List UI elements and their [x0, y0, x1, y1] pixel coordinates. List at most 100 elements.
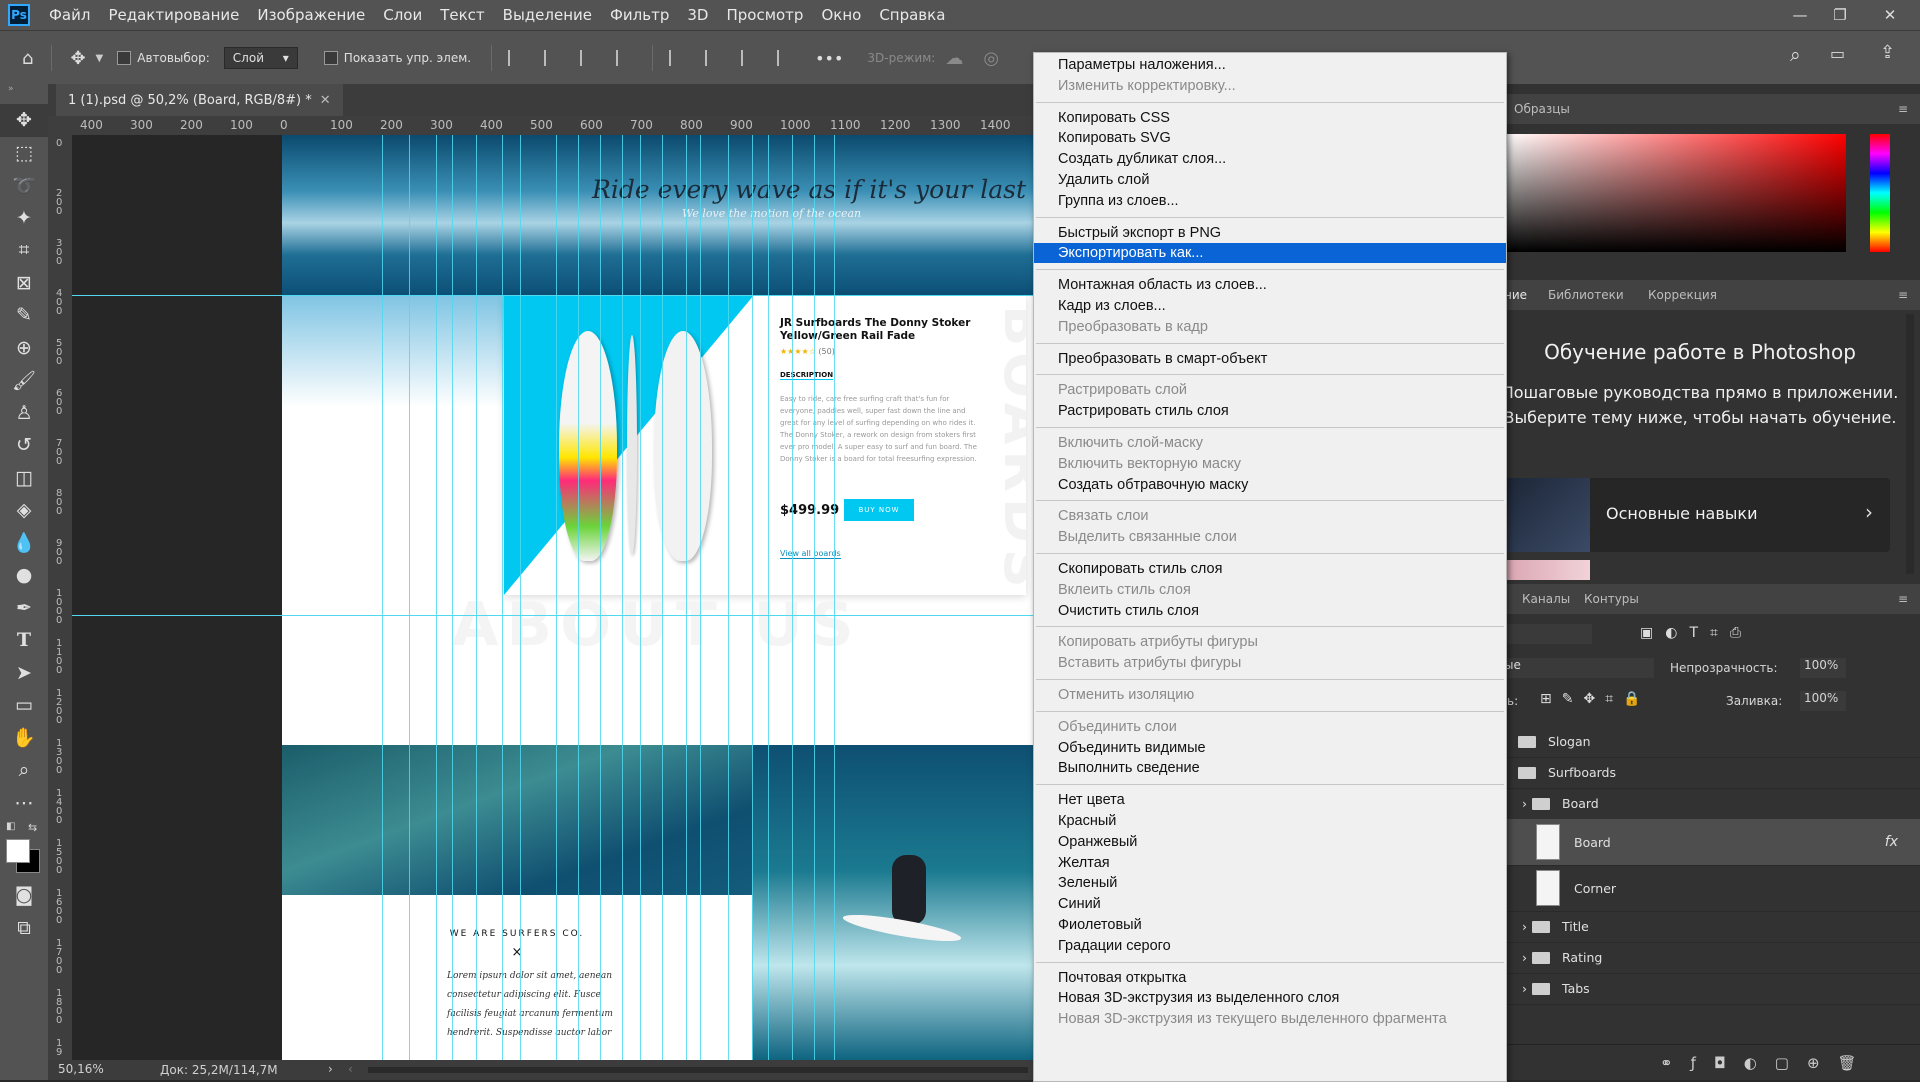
close-tab-icon[interactable]: ✕ — [320, 93, 331, 108]
artboard[interactable]: Ride every wave as if it's your last We … — [282, 135, 1038, 1060]
layer-row[interactable]: › Board — [1500, 788, 1920, 820]
layer-filter-select[interactable] — [1500, 624, 1592, 644]
context-menu-item[interactable]: Нет цвета — [1034, 790, 1506, 810]
menu-item[interactable]: Фильтр — [601, 6, 678, 24]
menu-item[interactable]: Выделение — [494, 6, 601, 24]
blend-mode-select[interactable]: ые — [1500, 658, 1654, 678]
layer-row[interactable]: › Title — [1500, 911, 1920, 943]
layer-row[interactable]: Surfboards — [1500, 757, 1920, 789]
brush-tool-icon[interactable]: 🖌 — [0, 364, 48, 397]
crop-tool-icon[interactable]: ⌗ — [0, 234, 48, 267]
context-menu-item[interactable]: Кадр из слоев... — [1034, 296, 1506, 316]
chevron-down-icon[interactable]: ▼ — [96, 53, 104, 64]
context-menu-item[interactable]: Желтая — [1034, 853, 1506, 873]
expand-chevron-icon[interactable]: › — [1522, 950, 1532, 965]
tab-adjustments[interactable]: Коррекция — [1648, 288, 1717, 302]
move-tool-icon[interactable]: ✥ — [70, 48, 85, 69]
context-menu-item[interactable]: Преобразовать в смарт-объект — [1034, 349, 1506, 369]
move-tool-icon[interactable]: ✥ — [0, 104, 48, 137]
eraser-icon[interactable]: ◫ — [0, 462, 48, 495]
panel-menu-icon[interactable]: ≡ — [1898, 288, 1908, 302]
dodge-tool-icon[interactable]: ● — [0, 559, 48, 592]
context-menu-item[interactable]: Монтажная область из слоев... — [1034, 275, 1506, 295]
minimize-icon[interactable]: — — [1780, 0, 1820, 30]
lock-icons[interactable]: ⊞✎✥⌗🔒 — [1540, 691, 1651, 707]
workspace-icon[interactable]: ▭ — [1830, 44, 1845, 63]
align-center-icon[interactable] — [544, 50, 564, 66]
more-icon[interactable]: ••• — [815, 49, 843, 68]
autoselect-select[interactable]: Слой ▾ — [223, 47, 298, 69]
color-picker-field[interactable] — [1504, 134, 1846, 252]
close-icon[interactable]: ✕ — [1870, 0, 1910, 30]
expand-chevron-icon[interactable]: › — [1522, 981, 1532, 996]
show-controls-checkbox[interactable] — [323, 51, 338, 65]
align-right-icon[interactable] — [580, 50, 600, 66]
layer-filter-icons[interactable]: ▣◐T⌗⎙ — [1640, 625, 1753, 641]
lasso-tool-icon[interactable]: ➰ — [0, 169, 48, 202]
align-bottom-icon[interactable] — [741, 50, 761, 66]
hue-slider[interactable] — [1870, 134, 1890, 252]
orbit-3d-icon[interactable]: ☁ — [945, 48, 963, 69]
blur-tool-icon[interactable]: 💧 — [0, 527, 48, 560]
pen-tool-icon[interactable]: ✒ — [0, 592, 48, 625]
scroll-left-icon[interactable]: ‹ — [348, 1062, 353, 1076]
layer-row[interactable]: › Rating — [1500, 942, 1920, 974]
context-menu-item[interactable]: Параметры наложения... — [1034, 55, 1506, 75]
align-middle-icon[interactable] — [705, 50, 725, 66]
context-menu-item[interactable]: Копировать SVG — [1034, 128, 1506, 148]
opacity-input[interactable]: 100% — [1800, 658, 1846, 678]
tab-learn[interactable]: ние — [1504, 288, 1527, 302]
context-menu-item[interactable]: Почтовая открытка — [1034, 968, 1506, 988]
foreground-color-swatch[interactable] — [6, 839, 30, 863]
healing-brush-icon[interactable]: ⊕ — [0, 332, 48, 365]
tab-libraries[interactable]: Библиотеки — [1548, 288, 1624, 302]
roll-3d-icon[interactable]: ◎ — [983, 48, 999, 69]
context-menu-item[interactable]: Скопировать стиль слоя — [1034, 559, 1506, 579]
context-menu-item[interactable]: Красный — [1034, 811, 1506, 831]
context-menu-item[interactable]: Удалить слой — [1034, 170, 1506, 190]
magic-wand-icon[interactable]: ✦ — [0, 202, 48, 235]
context-menu-item[interactable]: Объединить видимые — [1034, 738, 1506, 758]
fill-input[interactable]: 100% — [1800, 691, 1846, 711]
align-left-icon[interactable] — [508, 50, 528, 66]
distribute-icon[interactable] — [616, 50, 636, 66]
zoom-tool-icon[interactable]: ⌕ — [0, 754, 48, 787]
learn-card[interactable]: Основные навыки › — [1500, 478, 1890, 552]
status-arrow-icon[interactable]: › — [328, 1062, 333, 1076]
paint-bucket-icon[interactable]: ◈ — [0, 494, 48, 527]
stamp-tool-icon[interactable]: ♙ — [0, 397, 48, 430]
frame-tool-icon[interactable]: ⊠ — [0, 267, 48, 300]
context-menu-item[interactable]: Новая 3D-экструзия из выделенного слоя — [1034, 988, 1506, 1008]
layer-row[interactable]: Corner — [1500, 865, 1920, 912]
expand-chevron-icon[interactable]: › — [1522, 919, 1532, 934]
hand-tool-icon[interactable]: ✋ — [0, 722, 48, 755]
quick-mask-icon[interactable]: ◙ — [0, 879, 48, 912]
tab-swatches[interactable]: Образцы — [1514, 102, 1570, 116]
context-menu-item[interactable]: Зеленый — [1034, 873, 1506, 893]
layer-row[interactable]: › Tabs — [1500, 973, 1920, 1005]
path-select-icon[interactable]: ➤ — [0, 657, 48, 690]
expand-chevron-icon[interactable]: › — [1522, 796, 1532, 811]
collapse-icon[interactable]: » — [0, 84, 48, 104]
context-menu-item[interactable]: Создать обтравочную маску — [1034, 475, 1506, 495]
layer-fx-icon[interactable]: fx — [1885, 834, 1898, 850]
share-icon[interactable]: ⇪ — [1880, 42, 1895, 63]
menu-item[interactable]: Файл — [40, 6, 99, 24]
context-menu-item[interactable]: Оранжевый — [1034, 832, 1506, 852]
distribute-vertical-icon[interactable] — [777, 50, 797, 66]
layers-footer-icons[interactable]: ⚭ƒ◘◐▢⊕🗑 — [1500, 1044, 1920, 1080]
tab-channels[interactable]: Каналы — [1522, 592, 1570, 606]
horizontal-scrollbar[interactable] — [368, 1067, 1028, 1073]
panel-menu-icon[interactable]: ≡ — [1898, 592, 1908, 606]
autoselect-checkbox[interactable] — [117, 51, 132, 65]
context-menu-item[interactable]: Копировать CSS — [1034, 108, 1506, 128]
more-tools-icon[interactable]: ⋯ — [0, 787, 48, 820]
buy-now-button[interactable]: BUY NOW — [844, 499, 914, 521]
context-menu-item[interactable]: Быстрый экспорт в PNG — [1034, 223, 1506, 243]
menu-item[interactable]: Редактирование — [99, 6, 248, 24]
layer-row[interactable]: Board fx — [1500, 819, 1920, 866]
restore-icon[interactable]: ❐ — [1820, 0, 1860, 30]
home-icon[interactable]: ⌂ — [22, 48, 33, 69]
default-colors-icon[interactable]: ◧ — [6, 821, 15, 832]
zoom-level[interactable]: 50,16% — [58, 1062, 104, 1076]
